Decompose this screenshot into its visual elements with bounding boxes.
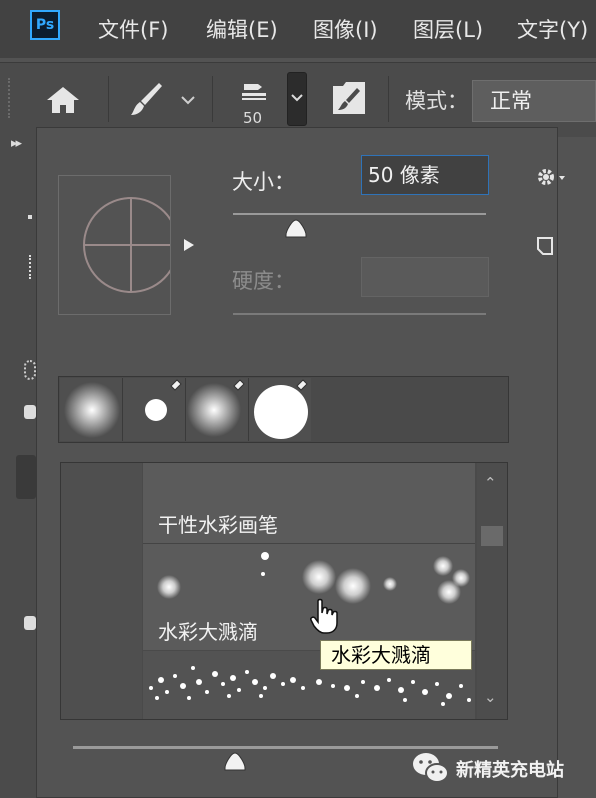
- recent-brush[interactable]: [123, 378, 186, 441]
- menu-file[interactable]: 文件(F): [98, 14, 168, 44]
- scroll-up-icon[interactable]: ⌃: [484, 474, 497, 492]
- home-icon[interactable]: [45, 85, 81, 115]
- tool-icon[interactable]: [29, 255, 34, 279]
- brush-list-gutter: [61, 463, 142, 719]
- menu-layer[interactable]: 图层(L): [413, 14, 483, 44]
- list-scrollbar[interactable]: [477, 463, 507, 719]
- menu-image[interactable]: 图像(I): [313, 14, 378, 44]
- recent-brush[interactable]: [249, 378, 311, 441]
- mode-label: 模式：: [405, 89, 468, 113]
- gear-icon[interactable]: [535, 166, 569, 188]
- scroll-down-icon[interactable]: ⌄: [484, 688, 497, 706]
- brush-preset-icon[interactable]: [240, 78, 272, 104]
- lasso-tool-icon[interactable]: [24, 360, 36, 380]
- tool-icon[interactable]: [24, 405, 36, 419]
- brush-name-tooltip: 水彩大溅滴: [320, 640, 472, 670]
- brush-group-label: 水彩大溅滴: [158, 620, 258, 644]
- expand-panels-icon[interactable]: ▸▸: [11, 136, 22, 151]
- menu-bar: [0, 0, 596, 58]
- preview-size-slider-thumb[interactable]: [223, 752, 247, 772]
- tool-icon[interactable]: [24, 616, 36, 630]
- options-bar-grip[interactable]: [8, 78, 16, 118]
- chevron-down-icon: [291, 94, 303, 102]
- recent-brush[interactable]: [186, 378, 249, 441]
- menu-type[interactable]: 文字(Y): [517, 14, 588, 44]
- size-slider-track[interactable]: [233, 213, 486, 215]
- preview-flyout-arrow-icon[interactable]: [183, 238, 195, 252]
- photoshop-logo[interactable]: Ps: [30, 10, 60, 40]
- separator: [108, 76, 109, 122]
- tool-icon[interactable]: [28, 215, 32, 219]
- chevron-down-icon[interactable]: [180, 94, 196, 106]
- hardness-input: [361, 257, 489, 297]
- watermark-text: 新精英充电站: [456, 760, 564, 781]
- size-label: 大小：: [232, 170, 295, 194]
- size-slider-thumb[interactable]: [284, 219, 308, 239]
- wechat-icon: [413, 753, 449, 783]
- scrollbar-thumb[interactable]: [481, 526, 503, 546]
- separator: [212, 76, 213, 122]
- brush-tool-icon[interactable]: [128, 80, 164, 118]
- active-tool-icon[interactable]: [16, 455, 36, 499]
- separator: [388, 76, 389, 122]
- hardness-slider-track: [233, 313, 486, 315]
- brush-tip-preview[interactable]: [58, 175, 179, 315]
- brush-settings-panel-icon[interactable]: [331, 80, 367, 116]
- hardness-label: 硬度：: [232, 269, 295, 293]
- brush-tip-circle-icon: [83, 197, 179, 293]
- size-input[interactable]: 50 像素: [361, 155, 489, 195]
- new-preset-icon[interactable]: [535, 235, 557, 257]
- hand-cursor-icon: [310, 598, 338, 634]
- brush-group-label: 干性水彩画笔: [158, 513, 278, 537]
- menu-edit[interactable]: 编辑(E): [206, 14, 278, 44]
- brush-preset-picker-toggle[interactable]: [287, 72, 307, 126]
- recent-brush[interactable]: [60, 378, 123, 441]
- mode-select[interactable]: 正常: [472, 80, 596, 122]
- brush-size-readout: 50: [243, 109, 263, 127]
- preview-size-slider-track[interactable]: [73, 746, 498, 749]
